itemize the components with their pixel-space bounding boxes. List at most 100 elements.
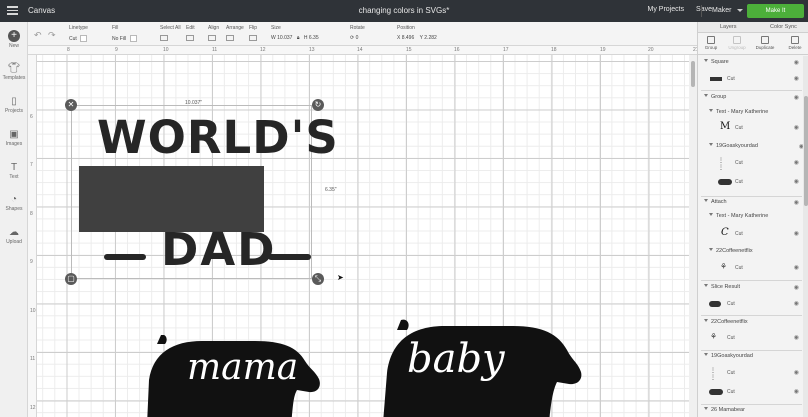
- group-icon: [707, 36, 715, 44]
- sidebar-item-text[interactable]: T Text: [0, 162, 28, 180]
- edit-icon[interactable]: [186, 35, 194, 41]
- eye-icon[interactable]: ◉: [794, 124, 799, 131]
- layer-item[interactable]: Cut ◉: [698, 70, 803, 88]
- eye-icon[interactable]: ◉: [794, 94, 799, 101]
- eye-icon[interactable]: ◉: [794, 264, 799, 271]
- layer-item[interactable]: Cut ◉: [698, 295, 803, 313]
- layer-goaskyourdad-2[interactable]: 19Goaskyourdad: [698, 353, 803, 363]
- sidebar-item-images[interactable]: ▣ Images: [0, 129, 28, 147]
- baby-bear-image[interactable]: baby: [383, 318, 583, 417]
- sidebar-item-new[interactable]: + New: [0, 30, 28, 49]
- linetype-select[interactable]: Cut: [69, 35, 88, 42]
- make-it-button[interactable]: Make It: [747, 4, 804, 18]
- chevron-down-icon[interactable]: [709, 109, 713, 114]
- layer-item[interactable]: ⋮ ⋮ Cut ◉: [698, 154, 803, 172]
- layer-item[interactable]: ⋮ ⋮ Cut ◉: [698, 364, 803, 382]
- group-button[interactable]: Group: [700, 36, 722, 50]
- layer-item[interactable]: Cut ◉: [698, 173, 803, 191]
- width-input[interactable]: 10.037: [277, 35, 292, 41]
- eye-icon[interactable]: ◉: [794, 284, 799, 291]
- worlds-text[interactable]: WORLD'S: [97, 113, 339, 163]
- design-canvas[interactable]: 10.037" 6.35" ✕ ↻ ▢ ⤡ WORLD'S DAD ➤ mama…: [37, 55, 689, 417]
- fill-swatch[interactable]: [129, 35, 137, 42]
- chevron-down-icon[interactable]: [709, 143, 713, 148]
- chevron-down-icon[interactable]: [704, 353, 708, 358]
- lock-icon[interactable]: 🔒︎: [297, 35, 300, 41]
- layer-mamabear[interactable]: 26 Mamabear: [698, 407, 803, 417]
- hamburger-menu-icon[interactable]: [7, 6, 18, 15]
- left-dash[interactable]: [104, 254, 146, 260]
- eye-icon[interactable]: ◉: [794, 75, 799, 82]
- tab-color-sync[interactable]: Color Sync: [770, 24, 797, 30]
- arrange-icon[interactable]: [226, 35, 234, 41]
- chevron-down-icon[interactable]: [704, 199, 708, 204]
- ungroup-button[interactable]: Ungroup: [726, 36, 748, 50]
- undo-icon[interactable]: ↶: [34, 30, 42, 41]
- layer-square[interactable]: Square ◉: [698, 59, 803, 69]
- eye-icon[interactable]: ◉: [794, 334, 799, 341]
- eye-icon[interactable]: ◉: [794, 230, 799, 237]
- linetype-swatch[interactable]: [80, 35, 88, 42]
- layers-list: Square ◉ Cut ◉ Group ◉ Text - Mary Katheri…: [698, 56, 808, 417]
- layer-coffeenetflix[interactable]: 22Coffeenetflix: [703, 248, 808, 258]
- mama-bear-image[interactable]: mama: [147, 334, 322, 417]
- sidebar-item-projects[interactable]: ▯ Projects: [0, 96, 28, 114]
- align-icon[interactable]: [208, 35, 216, 41]
- chevron-down-icon[interactable]: [704, 284, 708, 289]
- chevron-down-icon[interactable]: [709, 213, 713, 218]
- chevron-down-icon[interactable]: [704, 407, 708, 412]
- sidebar-item-templates[interactable]: 👕︎ Templates: [0, 63, 28, 81]
- fill-select[interactable]: No Fill: [112, 35, 137, 42]
- flip-label: Flip: [249, 25, 258, 31]
- flip-icon[interactable]: [249, 35, 257, 41]
- chevron-down-icon[interactable]: [709, 248, 713, 253]
- position-y-input[interactable]: 2.282: [424, 35, 437, 41]
- delete-button[interactable]: Delete: [784, 36, 806, 50]
- my-projects-link[interactable]: My Projects: [648, 6, 685, 13]
- rotate-input[interactable]: 0: [356, 35, 359, 41]
- layer-coffeenetflix-2[interactable]: 22Coffeenetflix: [698, 319, 803, 329]
- chevron-down-icon[interactable]: [704, 94, 708, 99]
- height-input[interactable]: 6.35: [309, 35, 319, 41]
- resize-handle-icon[interactable]: ⤡: [312, 273, 324, 285]
- eye-icon[interactable]: ◉: [794, 178, 799, 185]
- dad-text[interactable]: DAD: [161, 224, 277, 276]
- chevron-down-icon[interactable]: [704, 59, 708, 64]
- scrollbar-thumb[interactable]: [691, 61, 695, 87]
- layer-item[interactable]: ⚘ Cut ◉: [698, 259, 803, 277]
- layer-slice-result[interactable]: Slice Result ◉: [698, 284, 803, 294]
- layer-goaskyourdad[interactable]: 19Goaskyourdad ◉: [703, 143, 808, 153]
- tab-layers[interactable]: Layers: [720, 24, 737, 30]
- canvas-vertical-scrollbar[interactable]: [689, 55, 697, 417]
- eye-icon[interactable]: ◉: [794, 59, 799, 66]
- redo-icon[interactable]: ↷: [48, 30, 56, 41]
- layer-item[interactable]: M Cut ◉: [698, 119, 803, 137]
- rotate-handle-icon[interactable]: ↻: [312, 99, 324, 111]
- y-prefix: Y: [419, 35, 423, 41]
- close-icon[interactable]: ✕: [65, 99, 77, 111]
- machine-select[interactable]: Maker: [701, 5, 743, 17]
- eye-icon[interactable]: ◉: [794, 199, 799, 206]
- eye-icon[interactable]: ◉: [794, 300, 799, 307]
- lock-handle-icon[interactable]: ▢: [65, 273, 77, 285]
- layer-attach[interactable]: Attach ◉: [698, 199, 803, 209]
- position-x-input[interactable]: 8.496: [402, 35, 415, 41]
- layer-item[interactable]: ⚘ Cut ◉: [698, 329, 803, 347]
- scrollbar-thumb[interactable]: [804, 96, 808, 206]
- eye-icon[interactable]: ◉: [794, 388, 799, 395]
- eye-icon[interactable]: ◉: [794, 159, 799, 166]
- linetype-label: Cut: [735, 265, 743, 271]
- layers-scrollbar[interactable]: [803, 56, 808, 417]
- layer-text-mary-katherine[interactable]: Text - Mary Katherine: [703, 109, 808, 119]
- layer-item[interactable]: C Cut ◉: [698, 225, 803, 243]
- layer-item[interactable]: Cut ◉: [698, 383, 803, 401]
- layer-text-mary-katherine[interactable]: Text - Mary Katherine: [703, 213, 808, 223]
- chevron-down-icon[interactable]: [704, 319, 708, 324]
- right-dash[interactable]: [268, 254, 311, 260]
- sidebar-item-upload[interactable]: ☁ Upload: [0, 227, 28, 245]
- duplicate-button[interactable]: Duplicate: [754, 36, 776, 50]
- select-all-icon[interactable]: [160, 35, 168, 41]
- layer-group[interactable]: Group ◉: [698, 94, 803, 104]
- eye-icon[interactable]: ◉: [794, 369, 799, 376]
- sidebar-item-shapes[interactable]: ◔ Shapes: [0, 194, 28, 212]
